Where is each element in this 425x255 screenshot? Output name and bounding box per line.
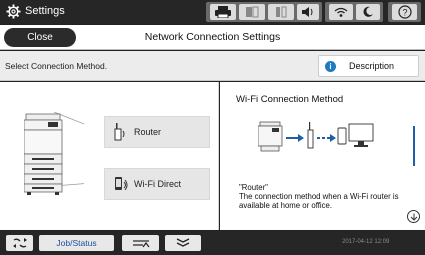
job-status-label: Job/Status [56,238,97,248]
app-title: Settings [25,5,65,17]
instruction-text: Select Connection Method. [5,61,108,71]
network-status-button[interactable] [6,235,33,251]
title-bar: Network Connection Settings Close [0,25,425,50]
paper-setting-icon [132,240,149,248]
info-description: "Router" The connection method when a Wi… [239,183,414,210]
top-status-bar: Settings ? [0,0,425,24]
scroll-down-button[interactable] [407,210,420,223]
paper-setting-button[interactable] [122,235,159,251]
timestamp: 2017-04-12 12:09 [342,239,390,245]
description-label: Description [349,61,395,71]
info-title: Wi-Fi Connection Method [236,94,344,105]
gear-icon [6,4,21,19]
copy-icon [246,6,259,18]
help-button[interactable]: ? [392,4,417,20]
volume-status-button[interactable] [297,4,319,20]
printer-status-button[interactable] [210,4,236,20]
help-button-frame: ? [388,2,421,22]
router-icon [114,123,125,141]
status-icons-group [206,2,322,22]
wifi-direct-label: Wi-Fi Direct [134,179,181,189]
description-panel: Wi-Fi Connection Method "Router" The con… [220,82,425,230]
wifi-status-button[interactable] [329,4,353,20]
wifi-icon [334,7,348,17]
stack-icon [176,238,190,247]
info-body: The connection method when a Wi-Fi route… [239,192,399,210]
printer-icon [215,6,231,18]
fax-status-button[interactable] [268,4,294,20]
sleep-icon [363,6,373,17]
scrollbar[interactable] [413,126,415,166]
info-quote: "Router" [239,183,268,192]
job-status-button[interactable]: Job/Status [39,235,114,251]
svg-text:?: ? [402,8,407,18]
sleep-button[interactable] [356,4,380,20]
instruction-bar: Select Connection Method. i Description [0,51,425,81]
connection-options-panel: Router Wi-Fi Direct [0,82,219,230]
fax-icon [276,6,287,18]
help-icon: ? [397,5,412,19]
copy-status-button[interactable] [239,4,265,20]
printer-illustration [24,112,84,195]
volume-icon [302,7,313,17]
status-icons-group-2 [325,2,383,22]
router-label: Router [134,127,162,137]
wifi-direct-option-button[interactable]: Wi-Fi Direct [104,168,210,200]
close-button[interactable]: Close [4,28,76,47]
info-icon: i [325,61,336,72]
router-option-button[interactable]: Router [104,116,210,148]
bottom-bar: Job/Status 2017-04-12 12:09 [0,231,425,255]
stack-button[interactable] [165,235,201,251]
wifi-direct-icon [115,177,128,191]
network-status-icon [12,238,27,248]
router-connection-diagram [258,121,374,152]
description-button[interactable]: i Description [318,55,419,77]
arrow-down-icon [410,213,417,221]
